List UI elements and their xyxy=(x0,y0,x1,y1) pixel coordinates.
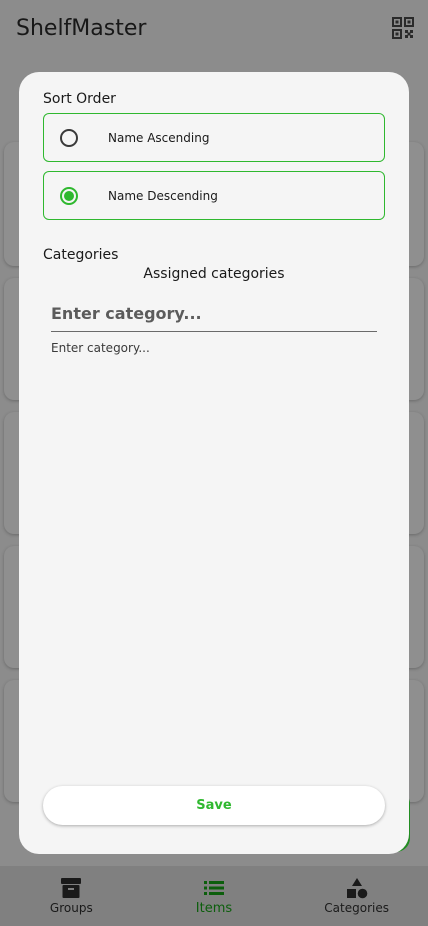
categories-title: Categories xyxy=(43,247,119,263)
save-button[interactable]: Save xyxy=(43,786,385,825)
nav-item-categories[interactable]: Categories xyxy=(297,877,417,915)
archive-box-icon xyxy=(61,878,82,898)
radio-unchecked-icon[interactable] xyxy=(60,128,78,147)
sort-option-label: Name Descending xyxy=(108,188,218,203)
sort-option-name-descending[interactable]: Name Descending xyxy=(43,171,385,220)
app-title: ShelfMaster xyxy=(16,15,147,41)
sort-filter-dialog: Sort Order Name Ascending Name Descendin… xyxy=(19,72,409,854)
nav-label-items: Items xyxy=(195,900,233,916)
nav-label-groups: Groups xyxy=(49,901,93,915)
bottom-nav: Groups Items Categories xyxy=(0,866,428,926)
shapes-icon xyxy=(346,878,367,899)
sort-option-name-ascending[interactable]: Name Ascending xyxy=(43,113,385,162)
nav-item-items[interactable]: Items xyxy=(154,877,274,916)
list-icon xyxy=(203,880,224,895)
category-helper-text: Enter category... xyxy=(51,341,150,355)
nav-item-groups[interactable]: Groups xyxy=(11,877,131,915)
sort-option-label: Name Ascending xyxy=(108,130,210,145)
sort-order-title: Sort Order xyxy=(43,91,116,107)
radio-checked-icon[interactable] xyxy=(60,186,78,205)
category-input[interactable] xyxy=(51,296,377,332)
nav-label-categories: Categories xyxy=(324,901,389,915)
radio-dot-icon xyxy=(64,190,74,201)
app-bar: ShelfMaster xyxy=(0,0,428,56)
assigned-categories-title: Assigned categories xyxy=(143,266,285,282)
qr-code-icon[interactable] xyxy=(392,17,414,39)
